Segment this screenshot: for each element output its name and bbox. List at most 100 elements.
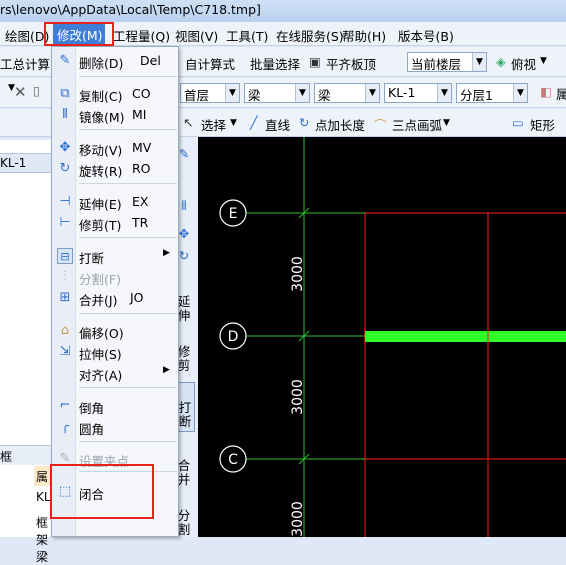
menu-item-shortcut: RO [132,161,151,176]
menu-item-delete[interactable]: ✎ 删除(D) Del [52,50,178,71]
three-point-arc-button[interactable]: 三点画弧 [392,115,442,134]
align-icon [57,365,73,381]
properties-header: 框 [0,445,52,465]
chevron-down-icon[interactable]: ▼ [230,118,237,128]
menu-item-fillet[interactable]: ╭ 圆角 [52,416,178,437]
vt-extend-button[interactable]: 延伸 [177,295,191,323]
extend-icon: ⊣ [59,194,71,209]
layer-select[interactable]: 分层1 ▼ [456,83,528,103]
point-length-button[interactable]: 点加长度 [315,115,365,134]
line-icon: ╱ [250,115,258,130]
rectangle-button[interactable]: 矩形 [530,115,555,134]
stretch-icon: ⇲ [59,344,71,359]
menu-item-label: 偏移(O) [79,326,124,341]
mirror-icon[interactable]: ⫴ [177,199,191,213]
drawing-canvas[interactable]: E D C 3000 3000 3000 [198,137,566,537]
vt-split-button[interactable]: 分割 [177,509,191,537]
menu-item-stretch[interactable]: ⇲ 拉伸(S) [52,341,178,362]
chevron-down-icon[interactable]: ▼ [443,118,450,128]
list-item[interactable]: KL-1 [0,153,52,173]
menu-item-shortcut: EX [132,194,149,209]
menu-item-move[interactable]: ✥ 移动(V) MV [52,137,178,158]
menu-separator [79,129,177,130]
menu-item-trim[interactable]: ⊢ 修剪(T) TR [52,212,178,233]
eraser-icon[interactable]: ✎ [177,147,191,161]
menu-view[interactable]: 视图(V) [175,26,218,45]
select-arrow-icon: ↖ [183,115,194,130]
rotate-icon[interactable]: ↻ [177,249,191,263]
menu-highlight-box [44,22,114,46]
merge-icon: ⊞ [59,290,71,305]
mirror-icon: ⫴ [62,107,68,122]
rotate-icon: ↻ [59,161,71,176]
window-title-bar: rs\lenovo\AppData\Local\Temp\C718.tmp] [0,0,566,22]
current-floor-select[interactable]: 当前楼层 ▼ [407,52,487,72]
menu-version[interactable]: 版本号(B) [398,26,454,45]
menu-item-offset[interactable]: ⌂ 偏移(O) [52,320,178,341]
total-calc-button[interactable]: 工总计算 [0,54,50,73]
beam-kl1 [365,331,566,342]
menu-item-split: ⫶ 分割(F) [52,266,178,287]
menu-item-shortcut: CO [132,86,151,101]
menu-tools[interactable]: 工具(T) [226,26,268,45]
property-header-label: 属 [36,470,49,484]
top-view-button[interactable]: 俯视 [511,54,536,73]
element-type-select[interactable]: 梁 ▼ [314,83,380,103]
element-type-value: 梁 [318,88,331,103]
dimension-text: 3000 [290,501,306,537]
properties-tab-label: 框 [0,450,13,464]
category-select[interactable]: 梁 ▼ [244,83,310,103]
axis-grid-drawing: E D C 3000 3000 3000 [219,137,566,537]
menu-separator [79,387,177,388]
chevron-down-icon: ▼ [513,84,527,102]
menu-item-align[interactable]: 对齐(A) ▶ [52,362,178,383]
menu-item-label: 修剪(T) [79,218,122,233]
menu-separator [79,76,177,77]
menu-item-copy[interactable]: ⧉ 复制(C) CO [52,83,178,104]
flat-slab-top-button[interactable]: 平齐板顶 [326,54,376,73]
menu-item-shortcut: TR [132,215,149,230]
menu-item-shortcut: MV [132,140,152,155]
menu-item-merge[interactable]: ⊞ 合并(J) JO [52,287,178,308]
vt-merge-button[interactable]: 合并 [177,459,191,487]
properties-button[interactable]: 属 [556,84,566,103]
chevron-down-icon: ▼ [295,84,309,102]
menu-item-rotate[interactable]: ↻ 旋转(R) RO [52,158,178,179]
copy-icon: ⧉ [60,86,70,101]
document-icon[interactable]: ▯ [33,83,40,98]
menu-draw[interactable]: 绘图(D) [5,26,49,45]
chamfer-icon: ⌐ [59,398,71,413]
chevron-down-icon: ▼ [437,84,451,102]
vt-trim-button[interactable]: 修剪 [177,345,191,373]
menu-item-chamfer[interactable]: ⌐ 倒角 [52,395,178,416]
move-icon[interactable]: ✥ [177,227,191,241]
menu-item-break[interactable]: ⊟ 打断 ▶ [52,245,178,266]
submenu-arrow-icon: ▶ [163,248,170,258]
chevron-down-icon[interactable]: ▼ [540,56,547,66]
calc-formula-button[interactable]: 自计算式 [185,54,235,73]
floor-select[interactable]: 首层 ▼ [180,83,240,103]
menu-separator [79,237,177,238]
menu-item-label: 分割(F) [79,272,121,287]
close-icon[interactable]: ✕ [14,83,27,101]
split-icon: ⫶ [63,269,67,284]
element-name-select[interactable]: KL-1 ▼ [384,83,452,103]
submenu-arrow-icon: ▶ [163,365,170,375]
menu-help[interactable]: 帮助(H) [342,26,386,45]
rectangle-icon: ▭ [512,115,524,130]
line-button[interactable]: 直线 [265,115,290,134]
element-list-panel: KL-1 框 属 KL 框架梁 [0,140,52,564]
element-name-value: KL-1 [388,85,416,100]
eraser-icon: ✎ [59,53,71,68]
chevron-down-icon: ▼ [365,84,379,102]
menu-quantity[interactable]: 工程量(Q) [113,26,170,45]
menu-separator [79,183,177,184]
menu-item-label: 拉伸(S) [79,347,122,362]
select-button[interactable]: 选择 [201,115,226,134]
batch-select-button[interactable]: 批量选择 [250,54,300,73]
menu-item-shortcut: JO [130,290,144,305]
menu-item-extend[interactable]: ⊣ 延伸(E) EX [52,191,178,212]
menu-item-mirror[interactable]: ⫴ 镜像(M) MI [52,104,178,125]
menu-online-service[interactable]: 在线服务(S) [276,26,344,45]
menu-item-label: 圆角 [79,422,105,437]
